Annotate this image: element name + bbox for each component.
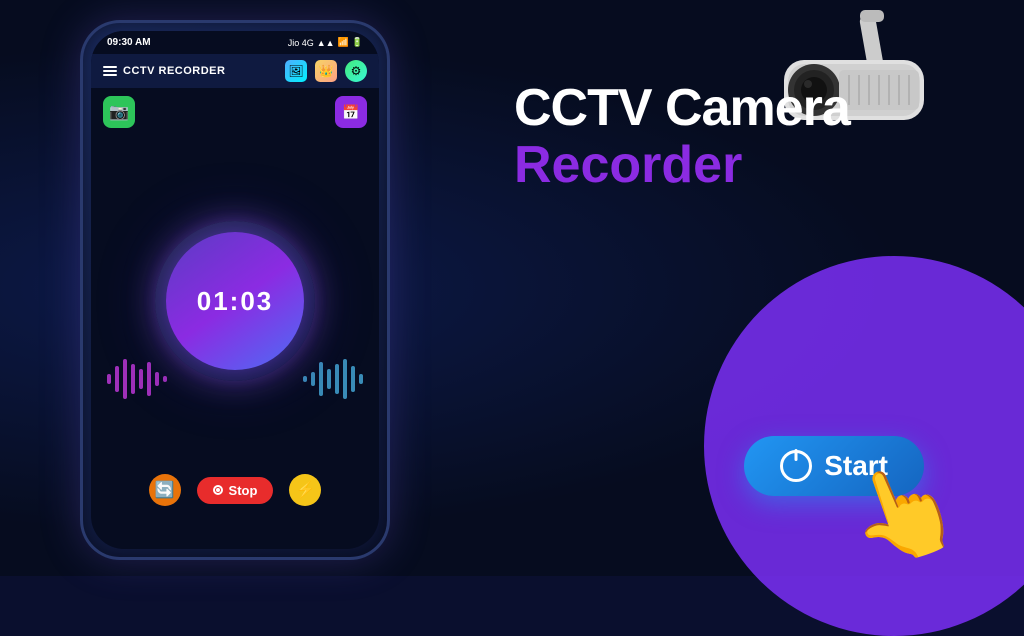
signal-icon: ▲▲: [317, 38, 335, 48]
menu-icon[interactable]: [103, 66, 117, 76]
rotate-button[interactable]: 🔄: [149, 474, 181, 506]
rotate-icon: 🔄: [155, 480, 175, 500]
phone-outer-shell: 09:30 AM Jio 4G ▲▲ 📶 🔋 CCTV RECORDER: [80, 20, 390, 560]
phone-mockup: 09:30 AM Jio 4G ▲▲ 📶 🔋 CCTV RECORDER: [80, 20, 390, 560]
phone-screen: 09:30 AM Jio 4G ▲▲ 📶 🔋 CCTV RECORDER: [91, 31, 379, 549]
lightning-button[interactable]: ⚡: [289, 474, 321, 506]
settings-button[interactable]: ⚙: [345, 60, 367, 82]
wifi-icon: 📶: [338, 37, 349, 48]
status-bar: 09:30 AM Jio 4G ▲▲ 📶 🔋: [91, 31, 379, 54]
app-bar: CCTV RECORDER 🖼 👑 ⚙: [91, 54, 379, 88]
screen-content: 📷 📅: [91, 88, 379, 526]
heading-line2: Recorder: [514, 137, 850, 194]
heading-line1: CCTV Camera: [514, 80, 850, 137]
status-icons: Jio 4G ▲▲ 📶 🔋: [288, 37, 363, 48]
app-bar-right: 🖼 👑 ⚙: [285, 60, 367, 82]
green-camera-button[interactable]: 📷: [103, 96, 135, 128]
timer-inner-ring: 01:03: [166, 232, 304, 370]
bottom-controls: 🔄 Stop ⚡: [149, 474, 322, 518]
widget-icon: 📅: [342, 104, 359, 121]
lightning-icon: ⚡: [295, 480, 315, 500]
stop-dot-icon: [213, 485, 223, 495]
heading-block: CCTV Camera Recorder: [514, 80, 850, 194]
camera-icon: 📷: [109, 102, 129, 122]
status-time: 09:30 AM: [107, 37, 151, 48]
crown-button[interactable]: 👑: [315, 60, 337, 82]
purple-widget-button[interactable]: 📅: [335, 96, 367, 128]
settings-icon: ⚙: [351, 64, 362, 78]
timer-display: 01:03: [197, 286, 274, 317]
top-buttons-row: 📷 📅: [99, 96, 371, 128]
timer-outer-ring: 01:03: [155, 221, 315, 381]
gallery-button[interactable]: 🖼: [285, 60, 307, 82]
app-title: CCTV RECORDER: [123, 65, 225, 77]
battery-icon: 🔋: [352, 37, 363, 48]
network-label: Jio 4G: [288, 38, 314, 48]
app-bar-left: CCTV RECORDER: [103, 65, 225, 77]
crown-icon: 👑: [319, 64, 334, 78]
stop-label: Stop: [229, 483, 258, 498]
stop-button[interactable]: Stop: [197, 477, 274, 504]
timer-area: 01:03: [99, 128, 371, 474]
gallery-icon: 🖼: [288, 64, 303, 78]
right-content: CCTV Camera Recorder: [514, 80, 994, 194]
power-icon: [780, 450, 812, 482]
